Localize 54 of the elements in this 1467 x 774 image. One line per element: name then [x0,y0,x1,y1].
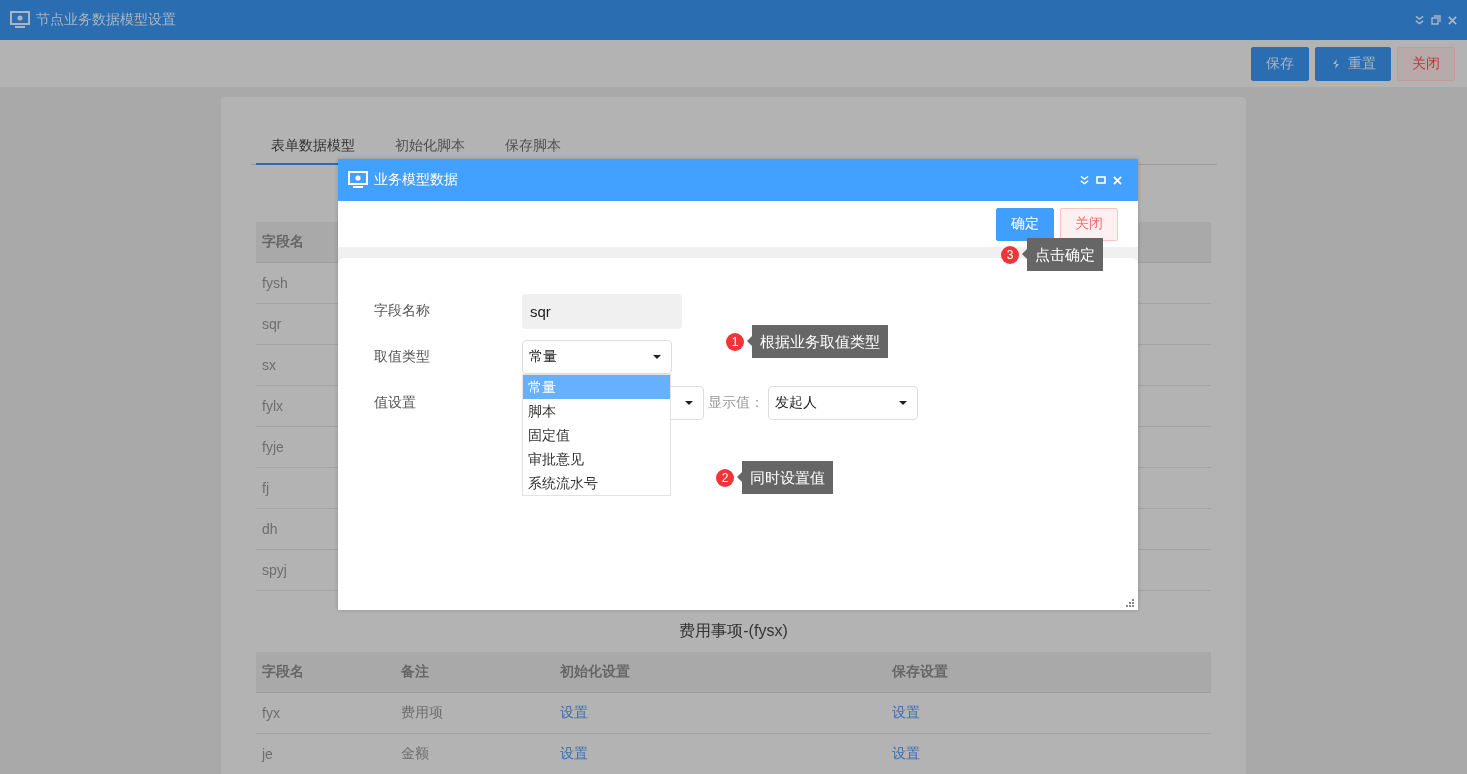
table-cell-text: dh [261,521,278,537]
table-cell-text: 费用项 [400,704,444,722]
table-cell-text: fylx [261,398,283,414]
input-field[interactable]: sqr [522,293,682,329]
field-label: 字段名称 [374,302,431,320]
field-label: 取值类型 [374,348,431,366]
close-icon[interactable] [1448,15,1457,25]
dropdown-option[interactable]: 固定值 [523,423,670,447]
collapse-icon[interactable] [1415,15,1424,25]
confirm-button[interactable]: 确定 [996,207,1054,241]
table-cell-text: fysh [261,275,288,291]
settings-link[interactable]: 设置 [892,704,920,720]
dropdown-option[interactable]: 系统流水号 [523,471,670,495]
maximize-icon[interactable] [1096,176,1106,184]
restore-icon[interactable] [1431,15,1441,25]
caret-icon [899,401,907,405]
table-cell-text: sx [261,357,276,373]
window-title: 节点业务数据模型设置 [36,11,176,29]
column-header: 备注 [400,663,430,681]
tab[interactable]: 初始化脚本 [375,133,485,165]
resize-grip-icon[interactable] [1126,599,1134,607]
dropdown-option[interactable]: 脚本 [523,399,670,423]
caret-icon [653,355,661,359]
settings-link[interactable]: 设置 [892,745,920,761]
field-label: 显示值： [708,394,764,412]
table-cell-text: fj [261,480,269,496]
tab[interactable]: 保存脚本 [485,133,581,165]
column-header: 字段名 [261,663,305,681]
field-label: 值设置 [374,394,417,412]
dialog-title: 业务模型数据 [374,171,458,189]
table-cell-text: 金额 [400,745,430,763]
tooltip: 同时设置值 [737,461,833,494]
close-button[interactable]: 关闭 [1397,46,1455,81]
table-cell-text: fyje [261,439,284,455]
table-cell-text: sqr [261,316,282,332]
close-button[interactable]: 关闭 [1060,207,1118,241]
table-cell-text: spyj [261,562,287,578]
section-title: 费用事项-(fysx) [678,621,789,641]
dropdown[interactable]: 常量 [522,340,672,374]
save-button[interactable]: 保存 [1251,46,1309,81]
dropdown-option[interactable]: 常量 [523,375,670,399]
dropdown[interactable]: 发起人 [768,386,918,420]
tooltip: 根据业务取值类型 [747,325,888,358]
column-header: 保存设置 [891,663,949,681]
tooltip: 点击确定 [1022,238,1103,271]
settings-link[interactable]: 设置 [560,704,588,720]
column-header: 初始化设置 [559,663,631,681]
settings-link[interactable]: 设置 [560,745,588,761]
column-header: 字段名 [261,233,304,251]
table-cell-text: fyx [261,705,281,721]
caret-icon [685,401,693,405]
dropdown-option[interactable]: 审批意见 [523,447,670,471]
table-cell-text: je [260,746,274,762]
reset-button[interactable]: 重置 [1315,46,1391,81]
